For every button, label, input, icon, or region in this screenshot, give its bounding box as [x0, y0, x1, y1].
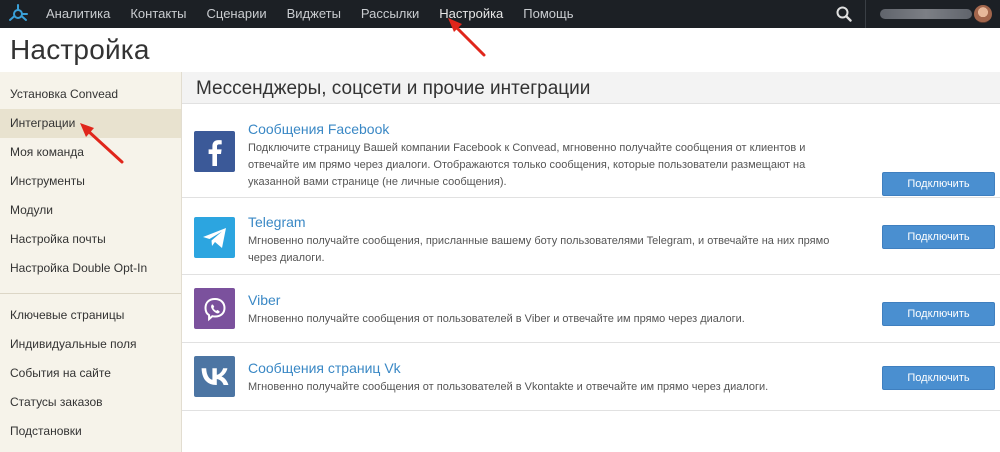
sidebar-item-tools[interactable]: Инструменты — [0, 167, 181, 196]
sidebar-item-team[interactable]: Моя команда — [0, 138, 181, 167]
nav-item-mailings[interactable]: Рассылки — [351, 0, 429, 28]
top-nav-bar: Аналитика Контакты Сценарии Виджеты Расс… — [0, 0, 1000, 28]
convead-logo-icon[interactable] — [0, 0, 36, 28]
integration-row-facebook: Сообщения Facebook Подключите страницу В… — [182, 104, 1000, 198]
integration-title[interactable]: Viber — [248, 292, 280, 308]
sidebar-item-placeholders[interactable]: Подстановки — [0, 417, 181, 446]
integration-row-viber: Viber Мгновенно получайте сообщения от п… — [182, 275, 1000, 343]
connect-facebook-button[interactable]: Подключить — [882, 172, 995, 196]
nav-item-widgets[interactable]: Виджеты — [277, 0, 351, 28]
sidebar-item-install[interactable]: Установка Convead — [0, 80, 181, 109]
integration-title[interactable]: Сообщения Facebook — [248, 121, 389, 137]
sidebar-item-mail-settings[interactable]: Настройка почты — [0, 225, 181, 254]
vk-icon — [194, 356, 235, 397]
integration-row-vk: Сообщения страниц Vk Мгновенно получайте… — [182, 343, 1000, 411]
sidebar-item-site-events[interactable]: События на сайте — [0, 359, 181, 388]
sidebar-divider — [0, 293, 181, 294]
nav-item-settings[interactable]: Настройка — [429, 0, 513, 28]
integration-description: Мгновенно получайте сообщения от пользов… — [248, 381, 769, 393]
integration-row-telegram: Telegram Мгновенно получайте сообщения, … — [182, 198, 1000, 275]
integration-description: Подключите страницу Вашей компании Faceb… — [248, 142, 806, 188]
facebook-icon — [194, 131, 235, 172]
sidebar-item-custom-fields[interactable]: Индивидуальные поля — [0, 330, 181, 359]
nav-item-scenarios[interactable]: Сценарии — [197, 0, 277, 28]
telegram-icon — [194, 217, 235, 258]
viber-icon — [194, 288, 235, 329]
settings-sidebar: Установка Convead Интеграции Моя команда… — [0, 72, 182, 452]
search-icon — [836, 6, 852, 22]
avatar[interactable] — [974, 5, 992, 23]
page-header: Настройка — [0, 28, 1000, 72]
sidebar-item-modules[interactable]: Модули — [0, 196, 181, 225]
integration-description: Мгновенно получайте сообщения от пользов… — [248, 313, 745, 325]
search-button[interactable] — [822, 0, 866, 28]
main-nav: Аналитика Контакты Сценарии Виджеты Расс… — [36, 0, 584, 28]
sidebar-item-key-pages[interactable]: Ключевые страницы — [0, 301, 181, 330]
integration-description: Мгновенно получайте сообщения, присланны… — [248, 235, 830, 264]
connect-telegram-button[interactable]: Подключить — [882, 225, 995, 249]
connect-vk-button[interactable]: Подключить — [882, 366, 995, 390]
sidebar-item-double-opt-in[interactable]: Настройка Double Opt-In — [0, 254, 181, 283]
nav-item-help[interactable]: Помощь — [513, 0, 583, 28]
nav-item-contacts[interactable]: Контакты — [120, 0, 196, 28]
user-name-blurred — [880, 9, 972, 19]
connect-viber-button[interactable]: Подключить — [882, 302, 995, 326]
integration-title[interactable]: Telegram — [248, 214, 306, 230]
section-title: Мессенджеры, соцсети и прочие интеграции — [182, 72, 1000, 104]
page-title: Настройка — [10, 34, 150, 65]
nav-item-analytics[interactable]: Аналитика — [36, 0, 120, 28]
integration-title[interactable]: Сообщения страниц Vk — [248, 360, 401, 376]
sidebar-item-integrations[interactable]: Интеграции — [0, 109, 181, 138]
sidebar-item-order-statuses[interactable]: Статусы заказов — [0, 388, 181, 417]
main-content: Мессенджеры, соцсети и прочие интеграции… — [182, 72, 1000, 452]
